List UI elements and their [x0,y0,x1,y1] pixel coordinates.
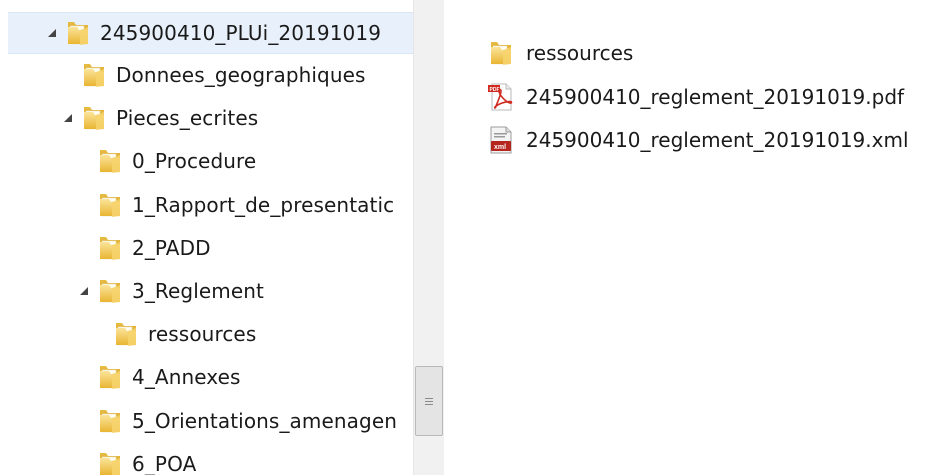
tree-node-label: 3_Reglement [132,279,264,303]
xml-file-icon: xml [486,125,516,155]
tree-node-ressources[interactable]: ressources [112,314,256,354]
svg-text:xml: xml [494,144,506,151]
tree-node-label: 245900410_PLUi_20191019 [100,21,382,45]
tree-node-5-orientations-amenagement[interactable]: 5_Orientations_amenagen [96,401,397,441]
tree-node-label: 2_PADD [132,236,211,260]
folder-icon [96,406,124,436]
collapse-arrow-icon[interactable] [44,25,60,41]
collapse-arrow-icon[interactable] [76,283,92,299]
file-item-label: ressources [526,41,634,65]
pdf-file-icon: PDF [486,82,516,112]
file-item-ressources-folder[interactable]: ressources [486,33,633,73]
folder-icon [96,362,124,392]
tree-node-label: 1_Rapport_de_presentatic [132,193,395,217]
tree-node-label: 4_Annexes [132,365,241,389]
folder-tree-pane: 245900410_PLUi_20191019 Donnees_geograph… [0,0,413,475]
tree-node-6-poa[interactable]: 6_POA [96,444,196,475]
folder-icon [64,18,92,48]
folder-icon [80,103,108,133]
tree-node-0-procedure[interactable]: 0_Procedure [96,141,256,181]
tree-node-label: Pieces_ecrites [116,106,259,130]
tree-node-label: Donnees_geographiques [116,63,366,87]
tree-node-donnees-geographiques[interactable]: Donnees_geographiques [80,55,366,95]
file-item-pdf[interactable]: PDF 245900410_reglement_20191019.pdf [486,77,904,117]
folder-icon [112,319,140,349]
tree-scrollbar-thumb[interactable] [415,366,443,436]
tree-node-2-padd[interactable]: 2_PADD [96,228,211,268]
tree-node-pieces-ecrites[interactable]: Pieces_ecrites [60,98,258,138]
tree-node-label: 0_Procedure [132,149,257,173]
tree-node-1-rapport-de-presentation[interactable]: 1_Rapport_de_presentatic [96,185,394,225]
tree-node-4-annexes[interactable]: 4_Annexes [96,357,241,397]
folder-icon [96,146,124,176]
tree-node-label: 6_POA [132,452,197,475]
folder-icon [96,276,124,306]
file-item-xml[interactable]: xml 245900410_reglement_20191019.xml [486,120,909,160]
tree-node-root[interactable]: 245900410_PLUi_20191019 [8,12,413,54]
file-list-pane: ressources PDF 245900410_reglement_20191… [444,0,925,475]
file-item-label: 245900410_reglement_20191019.pdf [526,85,905,109]
tree-node-label: ressources [148,322,257,346]
svg-text:PDF: PDF [490,87,500,93]
folder-icon [96,233,124,263]
folder-icon [80,60,108,90]
folder-icon [96,190,124,220]
folder-icon [486,38,516,68]
collapse-arrow-icon[interactable] [60,110,76,126]
file-item-label: 245900410_reglement_20191019.xml [526,128,909,152]
tree-node-label: 5_Orientations_amenagen [132,409,398,433]
folder-icon [96,449,124,475]
tree-node-3-reglement[interactable]: 3_Reglement [76,271,264,311]
grip-icon [425,396,433,407]
